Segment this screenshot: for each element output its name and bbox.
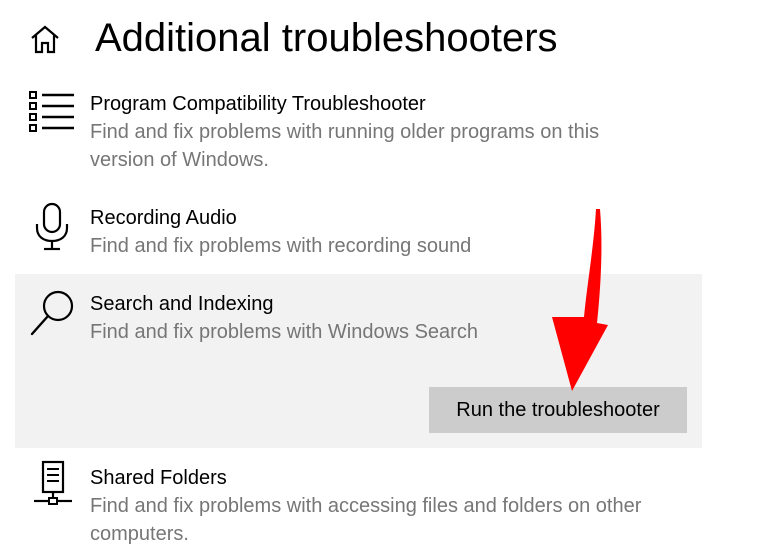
troubleshooter-description: Find and fix problems with running older… bbox=[90, 121, 600, 171]
microphone-icon bbox=[35, 202, 69, 251]
network-computer-icon bbox=[34, 460, 72, 505]
run-troubleshooter-button[interactable]: Run the troubleshooter bbox=[429, 387, 687, 433]
troubleshooter-shared-folders[interactable]: Shared Folders Find and fix problems wit… bbox=[15, 452, 702, 558]
header: Additional troubleshooters bbox=[0, 0, 757, 80]
search-icon bbox=[30, 290, 74, 336]
troubleshooter-recording-audio[interactable]: Recording Audio Find and fix problems wi… bbox=[15, 198, 702, 274]
troubleshooter-name: Shared Folders bbox=[90, 467, 227, 489]
page-title: Additional troubleshooters bbox=[95, 16, 558, 60]
troubleshooter-program-compatibility[interactable]: Program Compatibility Troubleshooter Fin… bbox=[15, 84, 702, 194]
settings-page: Additional troubleshooters Program Compa… bbox=[0, 0, 757, 558]
list-icon bbox=[29, 91, 74, 132]
troubleshooter-description: Find and fix problems with Windows Searc… bbox=[90, 321, 478, 343]
troubleshooter-description: Find and fix problems with accessing fil… bbox=[90, 495, 642, 545]
troubleshooter-description: Find and fix problems with recording sou… bbox=[90, 235, 472, 257]
troubleshooter-name: Program Compatibility Troubleshooter bbox=[90, 93, 426, 115]
troubleshooter-search-indexing[interactable]: Search and Indexing Find and fix problem… bbox=[15, 274, 702, 448]
home-icon[interactable] bbox=[28, 24, 62, 56]
troubleshooter-name: Search and Indexing bbox=[90, 293, 274, 315]
troubleshooter-name: Recording Audio bbox=[90, 207, 237, 229]
